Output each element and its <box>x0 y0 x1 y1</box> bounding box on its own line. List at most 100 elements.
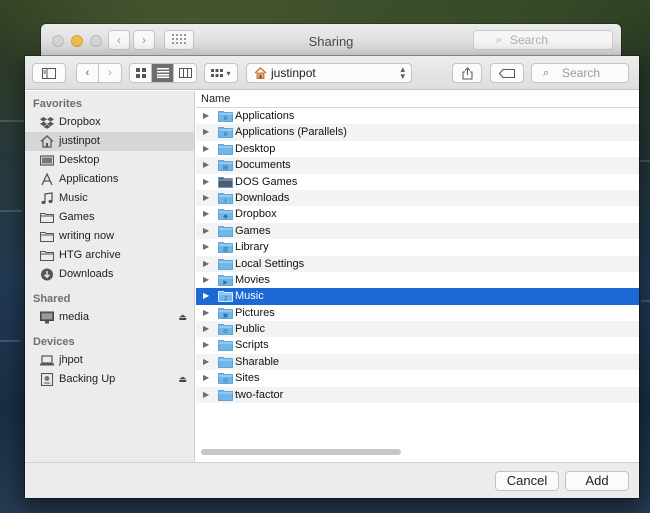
disclosure-triangle-icon[interactable]: ▶ <box>203 272 209 288</box>
downloads-icon <box>41 268 53 281</box>
sidebar-icon <box>42 67 56 79</box>
chevron-left-icon: ‹ <box>85 67 90 79</box>
disclosure-triangle-icon[interactable]: ▶ <box>203 305 209 321</box>
file-row[interactable]: ▶ Scripts <box>196 337 639 353</box>
disclosure-triangle-icon[interactable]: ▶ <box>203 206 209 222</box>
add-button[interactable]: Add <box>565 471 629 491</box>
file-name: Public <box>235 323 265 336</box>
folder-folder-icon <box>218 143 233 155</box>
file-row[interactable]: ▶ ▤ Documents <box>196 157 639 174</box>
disclosure-triangle-icon[interactable]: ▶ <box>203 370 209 386</box>
desktop-icon <box>40 155 54 166</box>
file-row[interactable]: ▶ Local Settings <box>196 255 639 272</box>
bg-search-field[interactable]: ⌕ Search <box>473 30 613 50</box>
sidebar-item-htg-archive[interactable]: HTG archive <box>25 246 194 265</box>
horizontal-scrollbar[interactable] <box>201 449 401 455</box>
file-row[interactable]: ▶ ▣ Pictures <box>196 305 639 321</box>
eject-icon[interactable]: ⏏ <box>178 370 187 389</box>
icon-view-icon <box>135 68 146 78</box>
file-row[interactable]: ▶ DOS Games <box>196 174 639 190</box>
tag-button[interactable] <box>490 63 524 83</box>
file-name: Applications (Parallels) <box>235 126 347 139</box>
disclosure-triangle-icon[interactable]: ▶ <box>203 239 209 255</box>
sidebar-item-label: Music <box>59 192 88 204</box>
svg-text:♫: ♫ <box>223 295 228 302</box>
applications-folder-icon: A <box>218 127 233 138</box>
search-icon: ⌕ <box>496 34 503 46</box>
sidebar-toggle-button[interactable] <box>32 63 66 83</box>
file-row[interactable]: ▶ Desktop <box>196 141 639 157</box>
search-icon: ⌕ <box>543 67 550 79</box>
icon-view-button[interactable] <box>130 64 152 82</box>
disclosure-triangle-icon[interactable]: ▶ <box>203 124 209 140</box>
disclosure-triangle-icon[interactable]: ▶ <box>203 223 209 239</box>
file-row[interactable]: ▶ ♫ Music <box>196 288 639 305</box>
file-row[interactable]: ▶ two-factor <box>196 386 639 404</box>
sidebar-item-applications[interactable]: Applications <box>25 170 194 189</box>
back-button[interactable]: ‹ <box>77 64 99 82</box>
file-row[interactable]: ▶ ▥ Library <box>196 239 639 255</box>
folder-icon <box>40 231 54 243</box>
disclosure-triangle-icon[interactable]: ▶ <box>203 174 209 190</box>
sidebar-item-label: justinpot <box>59 135 100 147</box>
sidebar-item-games[interactable]: Games <box>25 208 194 227</box>
disclosure-triangle-icon[interactable]: ▶ <box>203 141 209 157</box>
column-view-button[interactable] <box>174 64 196 82</box>
disclosure-triangle-icon[interactable]: ▶ <box>203 387 209 403</box>
disclosure-triangle-icon[interactable]: ▶ <box>203 190 209 206</box>
share-button[interactable] <box>452 63 482 83</box>
disclosure-triangle-icon[interactable]: ▶ <box>203 108 209 124</box>
svg-text:◎: ◎ <box>223 377 228 384</box>
disclosure-triangle-icon[interactable]: ▶ <box>203 288 209 304</box>
wallpaper-streak <box>0 340 20 342</box>
disclosure-triangle-icon[interactable]: ▶ <box>203 256 209 272</box>
wallpaper-streak <box>640 160 650 162</box>
file-row[interactable]: ▶ Sharable <box>196 353 639 371</box>
path-popup[interactable]: justinpot ▴ ▾ <box>246 63 412 83</box>
tag-icon <box>499 68 515 78</box>
file-row[interactable]: ▶ Games <box>196 222 639 240</box>
downloads-folder-icon: ↓ <box>218 193 233 204</box>
sidebar-item-desktop[interactable]: Desktop <box>25 151 194 170</box>
sidebar-item-downloads[interactable]: Downloads <box>25 265 194 284</box>
file-row[interactable]: ▶ ⊘ Public <box>196 321 639 338</box>
sidebar-item-justinpot[interactable]: justinpot <box>25 132 194 151</box>
sidebar-item-music[interactable]: Music <box>25 189 194 208</box>
sidebar-item-media[interactable]: media ⏏ <box>25 308 194 327</box>
wallpaper-streak <box>641 300 650 302</box>
disclosure-triangle-icon[interactable]: ▶ <box>203 337 209 353</box>
file-name: Downloads <box>235 191 290 204</box>
file-rows: ▶ A Applications ▶ A Applications (Parallels)… <box>196 108 639 404</box>
file-row[interactable]: ▶ ↓ Downloads <box>196 189 639 207</box>
file-row[interactable]: ▶ A Applications <box>196 108 639 124</box>
disclosure-triangle-icon[interactable]: ▶ <box>203 354 209 370</box>
arrange-icon <box>211 68 224 77</box>
view-mode-selector <box>129 63 197 83</box>
search-field[interactable]: ⌕ Search <box>531 63 629 83</box>
arrange-button[interactable]: ▾ <box>204 63 238 83</box>
documents-folder-icon: ▤ <box>218 160 233 171</box>
cancel-button[interactable]: Cancel <box>495 471 559 491</box>
sidebar-item-label: jhpot <box>59 354 83 366</box>
file-name: Sharable <box>235 355 280 368</box>
disclosure-triangle-icon[interactable]: ▶ <box>203 157 209 173</box>
sidebar-section-shared: Shared <box>33 293 71 305</box>
file-row[interactable]: ▶ A Applications (Parallels) <box>196 124 639 141</box>
file-row[interactable]: ▶ ▶ Movies <box>196 272 639 288</box>
sidebar-item-dropbox[interactable]: Dropbox <box>25 113 194 132</box>
svg-text:▣: ▣ <box>223 312 229 319</box>
svg-text:▶: ▶ <box>223 279 228 286</box>
sidebar-item-backing-up[interactable]: Backing Up ⏏ <box>25 370 194 389</box>
name-column-header[interactable]: Name <box>196 91 639 108</box>
file-row[interactable]: ▶ ◆ Dropbox <box>196 206 639 222</box>
disclosure-triangle-icon[interactable]: ▶ <box>203 321 209 337</box>
file-row[interactable]: ▶ ◎ Sites <box>196 370 639 386</box>
drive-icon <box>40 373 54 386</box>
sidebar-item-writing-now[interactable]: writing now <box>25 227 194 246</box>
list-view-button[interactable] <box>152 64 174 82</box>
forward-button[interactable]: › <box>99 64 121 82</box>
folder-folder-icon <box>218 389 233 401</box>
sidebar-item-jhpot[interactable]: jhpot <box>25 351 194 370</box>
eject-icon[interactable]: ⏏ <box>178 308 187 327</box>
sidebar-item-label: Applications <box>59 173 119 185</box>
